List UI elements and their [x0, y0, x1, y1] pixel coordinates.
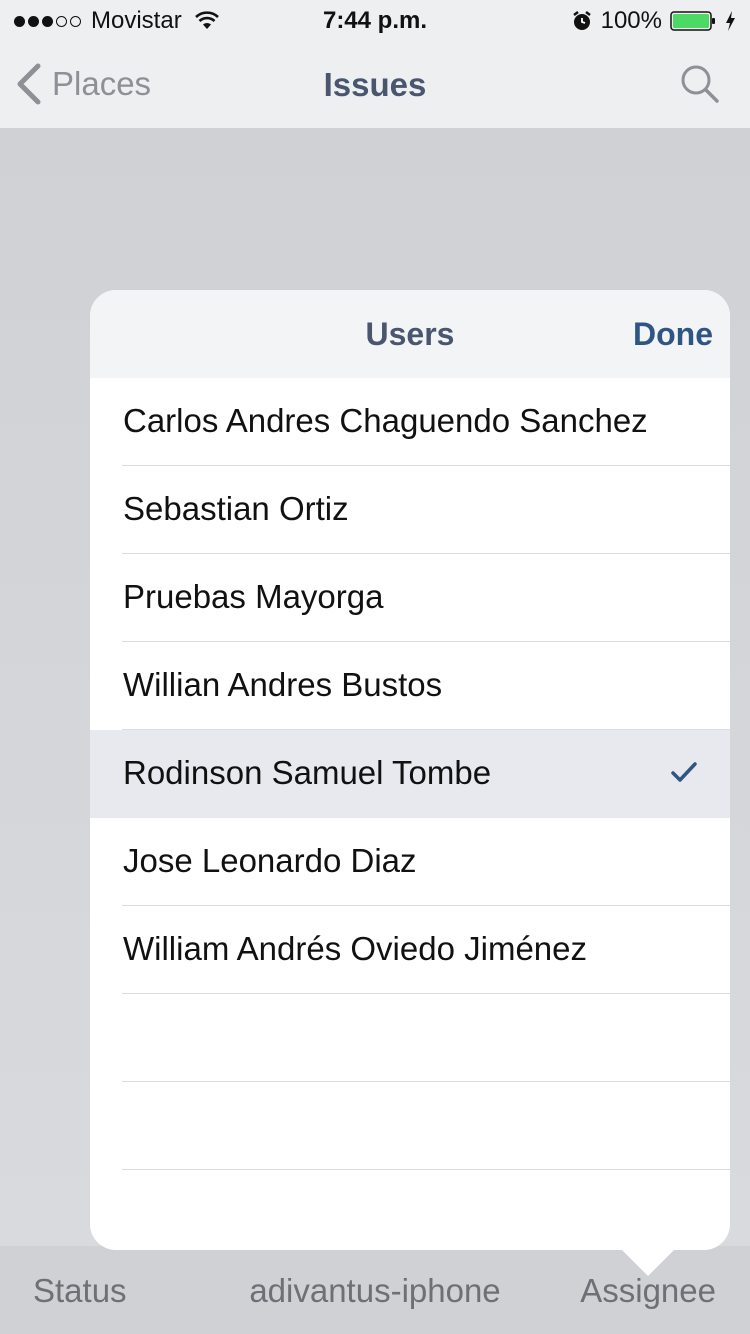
page-title: Issues: [323, 66, 427, 103]
status-filter-button[interactable]: Status: [33, 1272, 127, 1310]
user-row[interactable]: Rodinson Samuel Tombe: [90, 730, 730, 818]
charging-bolt-icon: [726, 11, 735, 31]
user-row[interactable]: Sebastian Ortiz: [90, 466, 730, 554]
user-row[interactable]: Carlos Andres Chaguendo Sanchez: [90, 378, 730, 466]
user-name: Pruebas Mayorga: [123, 578, 384, 615]
status-bar: Movistar 7:44 p.m. 100%: [0, 0, 750, 40]
status-right: 100%: [571, 7, 736, 35]
user-name: Willian Andres Bustos: [123, 666, 443, 703]
users-popover: Users Done Carlos Andres Chaguendo Sanch…: [90, 290, 730, 1250]
user-row[interactable]: Willian Andres Bustos: [90, 642, 730, 730]
alarm-icon: [572, 11, 591, 30]
user-name: Carlos Andres Chaguendo Sanchez: [123, 402, 648, 439]
user-name: Rodinson Samuel Tombe: [123, 754, 492, 791]
user-row[interactable]: Pruebas Mayorga: [90, 554, 730, 642]
user-row[interactable]: Jose Leonardo Diaz: [90, 818, 730, 906]
battery-percent: 100%: [600, 7, 662, 34]
assignee-filter-button[interactable]: Assignee: [580, 1272, 716, 1310]
popover-arrow: [620, 1248, 676, 1276]
search-icon[interactable]: [680, 64, 720, 104]
battery-icon: [670, 11, 715, 31]
user-name: Sebastian Ortiz: [123, 490, 349, 527]
user-name: Jose Leonardo Diaz: [123, 842, 417, 879]
user-name: William Andrés Oviedo Jiménez: [123, 930, 587, 967]
user-row[interactable]: William Andrés Oviedo Jiménez: [90, 906, 730, 994]
empty-row: [90, 1170, 730, 1250]
popover-header: Users Done: [90, 290, 730, 378]
navigation-bar: Places Issues: [0, 40, 750, 128]
user-list: Carlos Andres Chaguendo Sanchez Sebastia…: [90, 378, 730, 1250]
done-button[interactable]: Done: [633, 316, 713, 353]
empty-row: [90, 1082, 730, 1170]
empty-row: [90, 994, 730, 1082]
checkmark-icon: [671, 762, 697, 782]
